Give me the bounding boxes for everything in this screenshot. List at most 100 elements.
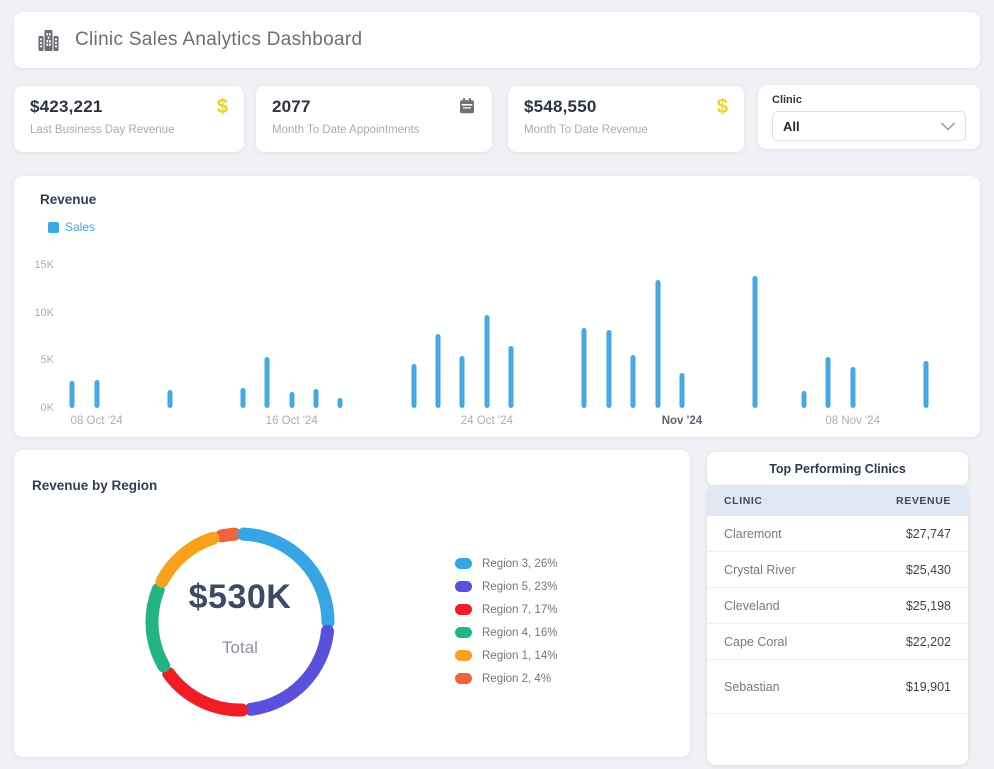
sales-bar [338, 398, 343, 408]
top-clinics-table: CLINIC REVENUE Claremont $27,747 Crystal R… [707, 485, 968, 765]
sales-bar [167, 390, 172, 408]
legend-swatch-icon [455, 627, 472, 638]
clinic-name-cell: Claremont [724, 527, 782, 541]
revenue-panel-title: Revenue [40, 192, 96, 207]
sales-bar [70, 381, 75, 408]
x-axis-tick: 24 Oct '24 [461, 415, 513, 427]
sales-bar [411, 364, 416, 408]
sales-bar [801, 391, 806, 408]
x-axis-tick: 08 Nov '24 [825, 415, 880, 427]
sales-bar [509, 346, 514, 408]
x-axis-tick: 16 Oct '24 [266, 415, 318, 427]
sales-bar [460, 356, 465, 408]
legend-swatch-icon [455, 673, 472, 684]
kpi-label: Last Business Day Revenue [30, 124, 228, 136]
clinic-revenue-cell: $25,198 [906, 599, 951, 613]
legend-swatch-icon [455, 650, 472, 661]
legend-item-region-4[interactable]: Region 4, 16% [455, 621, 557, 644]
legend-label: Region 7, 17% [482, 604, 557, 616]
dollar-icon: $ [717, 97, 728, 117]
legend-label: Region 2, 4% [482, 673, 551, 685]
donut-segment-region-2 [222, 534, 235, 536]
sales-bar [582, 328, 587, 408]
clinic-revenue-cell: $19,901 [906, 680, 951, 694]
legend-swatch-icon [455, 604, 472, 615]
legend-swatch-icon [455, 581, 472, 592]
kpi-card-last-business-day: $423,221 $ Last Business Day Revenue [14, 86, 244, 152]
legend-item-region-5[interactable]: Region 5, 23% [455, 575, 557, 598]
legend-swatch-icon [455, 558, 472, 569]
sales-bar [484, 315, 489, 408]
top-clinics-title: Top Performing Clinics [769, 462, 906, 476]
donut-total-label: Total [138, 638, 342, 658]
sales-bar [240, 388, 245, 408]
sales-bar [314, 389, 319, 408]
kpi-label: Month To Date Appointments [272, 124, 476, 136]
clinic-select-value: All [783, 119, 800, 134]
clinic-name-cell: Cape Coral [724, 635, 787, 649]
legend-label: Region 4, 16% [482, 627, 557, 639]
legend-label: Region 5, 23% [482, 581, 557, 593]
donut-total-value: $530K [138, 578, 342, 617]
table-body: Claremont$27,747Crystal River$25,430Clev… [707, 516, 968, 714]
region-panel: Revenue by Region $530K Total Region 3, … [14, 450, 690, 757]
kpi-value: 2077 [272, 97, 311, 117]
x-axis-tick: Nov '24 [662, 415, 702, 427]
sales-legend-label: Sales [65, 220, 95, 234]
sales-bar [94, 380, 99, 408]
clinic-name-cell: Crystal River [724, 563, 796, 577]
chevron-down-icon [941, 122, 955, 131]
region-legend: Region 3, 26% Region 5, 23% Region 7, 17% R… [455, 552, 557, 690]
table-row: Crystal River$25,430 [707, 552, 968, 588]
y-axis-tick: 5K [20, 353, 54, 367]
column-header-revenue: REVENUE [896, 495, 951, 507]
sales-bar [923, 361, 928, 408]
legend-item-region-3[interactable]: Region 3, 26% [455, 552, 557, 575]
sales-bar [631, 355, 636, 408]
legend-item-region-7[interactable]: Region 7, 17% [455, 598, 557, 621]
sales-bar [289, 392, 294, 408]
revenue-panel: Revenue Sales 15K 10K 5K 0K 08 Oct '24 16 Oc… [14, 176, 980, 437]
clinic-filter-card: Clinic All [758, 85, 980, 149]
calendar-icon [458, 97, 476, 115]
sales-bar [679, 373, 684, 408]
legend-item-region-1[interactable]: Region 1, 14% [455, 644, 557, 667]
table-header-row: CLINIC REVENUE [707, 485, 968, 516]
table-row: Cape Coral $22,202 [707, 624, 968, 660]
kpi-card-mtd-appointments: 2077 Month To Date Appointments [256, 86, 492, 152]
sales-legend-swatch-icon [48, 222, 59, 233]
sales-legend-item[interactable]: Sales [48, 220, 95, 234]
region-donut-svg [138, 520, 342, 724]
kpi-label: Month To Date Revenue [524, 124, 728, 136]
sales-bar [265, 357, 270, 408]
sales-bar [606, 330, 611, 408]
legend-label: Region 3, 26% [482, 558, 557, 570]
table-row: Sebastian$19,901 [707, 660, 968, 714]
y-axis-tick: 0K [20, 401, 54, 415]
donut-segment-region-7 [169, 674, 242, 710]
app-header: Clinic Sales Analytics Dashboard [14, 12, 980, 68]
table-row: Claremont $27,747 [707, 516, 968, 552]
page-title: Clinic Sales Analytics Dashboard [75, 29, 362, 51]
clinic-revenue-cell: $22,202 [906, 635, 951, 649]
clinic-name-cell: Cleveland [724, 599, 780, 613]
region-panel-title: Revenue by Region [32, 478, 157, 493]
sales-bar [436, 334, 441, 408]
y-axis-tick: 15K [20, 258, 54, 272]
sales-bar [826, 357, 831, 408]
top-clinics-panel: Top Performing Clinics CLINIC REVENUE Cl… [707, 452, 968, 765]
region-donut: $530K Total [138, 520, 342, 724]
table-row: Cleveland $25,198 [707, 588, 968, 624]
legend-label: Region 1, 14% [482, 650, 557, 662]
legend-item-region-2[interactable]: Region 2, 4% [455, 667, 557, 690]
top-clinics-title-card: Top Performing Clinics [707, 452, 968, 486]
dollar-icon: $ [217, 97, 228, 117]
x-axis-tick: 08 Oct '24 [71, 415, 123, 427]
y-axis-tick: 10K [20, 306, 54, 320]
donut-segment-region-1 [162, 538, 213, 581]
kpi-value: $423,221 [30, 97, 103, 117]
revenue-bars [60, 265, 960, 408]
clinic-building-icon [35, 27, 62, 54]
clinic-select[interactable]: All [772, 111, 966, 141]
clinic-revenue-cell: $27,747 [906, 527, 951, 541]
